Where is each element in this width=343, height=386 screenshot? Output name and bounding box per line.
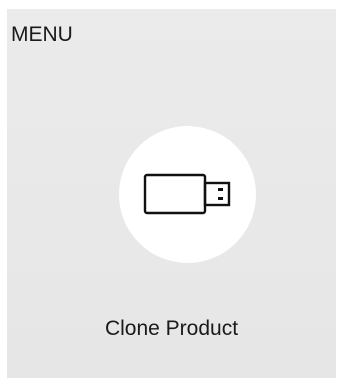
usb-drive-icon [143,173,231,215]
clone-product-tile[interactable]: MENU Clone Product [7,9,336,378]
menu-title: MENU [11,23,73,46]
clone-product-icon-button[interactable] [119,126,256,263]
clone-product-label: Clone Product [104,317,239,340]
